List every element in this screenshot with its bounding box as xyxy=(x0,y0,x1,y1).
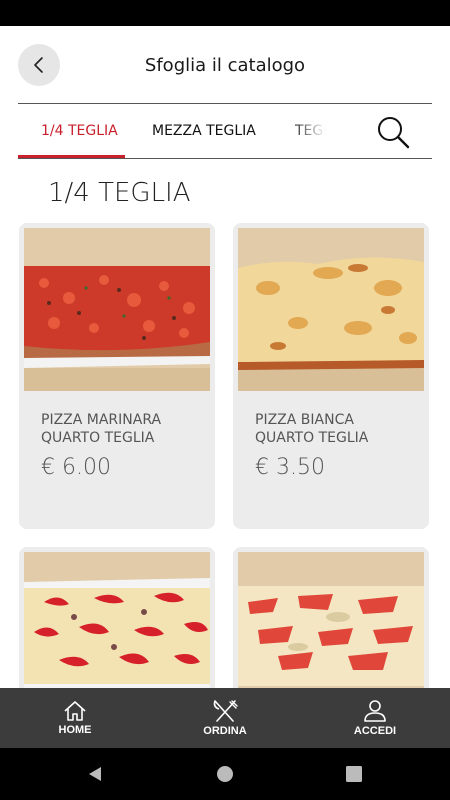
nav-home[interactable]: HOME xyxy=(25,688,125,748)
recents-square-icon xyxy=(346,766,362,782)
nav-accedi-label: ACCEDI xyxy=(353,725,397,737)
divider xyxy=(18,158,432,159)
tab-mezza-teglia[interactable]: MEZZA TEGLIA xyxy=(152,104,256,158)
system-back-button[interactable] xyxy=(85,764,105,784)
product-image-marinara xyxy=(24,228,210,391)
back-triangle-icon xyxy=(89,767,101,781)
home-circle-icon xyxy=(217,766,233,782)
category-tabs: 1/4 TEGLIA MEZZA TEGLIA TEGLIA xyxy=(18,104,432,158)
status-bar xyxy=(0,0,450,26)
system-home-button[interactable] xyxy=(215,764,235,784)
product-card-4[interactable] xyxy=(233,547,429,697)
search-button[interactable] xyxy=(374,114,414,150)
tab-teglia[interactable]: TEGLIA xyxy=(295,104,345,158)
product-image-4 xyxy=(238,552,424,697)
section-title: 1/4 TEGLIA xyxy=(48,178,191,208)
tab-quarter-teglia[interactable]: 1/4 TEGLIA xyxy=(41,104,118,158)
user-icon xyxy=(364,700,386,722)
header: Sfoglia il catalogo xyxy=(0,26,450,104)
system-recents-button[interactable] xyxy=(344,764,364,784)
product-name: PIZZA BIANCA QUARTO TEGLIA xyxy=(255,412,369,446)
home-icon xyxy=(64,701,86,721)
nav-ordina-label: ORDINA xyxy=(203,725,247,737)
nav-ordina[interactable]: ORDINA xyxy=(175,688,275,748)
product-image-bianca xyxy=(238,228,424,391)
product-price: € 3.50 xyxy=(255,455,325,480)
fork-knife-icon xyxy=(213,700,238,722)
product-card-3[interactable] xyxy=(19,547,215,697)
nav-accedi[interactable]: ACCEDI xyxy=(325,688,425,748)
bottom-navigation: HOME ORDINA ACCEDI xyxy=(0,688,450,748)
product-card-marinara[interactable]: PIZZA MARINARA QUARTO TEGLIA € 6.00 xyxy=(19,223,215,529)
nav-home-label: HOME xyxy=(58,724,92,736)
page-title: Sfoglia il catalogo xyxy=(144,55,306,76)
product-card-bianca[interactable]: PIZZA BIANCA QUARTO TEGLIA € 3.50 xyxy=(233,223,429,529)
product-price: € 6.00 xyxy=(41,455,111,480)
system-navigation-bar xyxy=(0,748,450,800)
product-name: PIZZA MARINARA QUARTO TEGLIA xyxy=(41,412,162,446)
product-image-3 xyxy=(24,552,210,697)
search-icon xyxy=(378,117,410,149)
